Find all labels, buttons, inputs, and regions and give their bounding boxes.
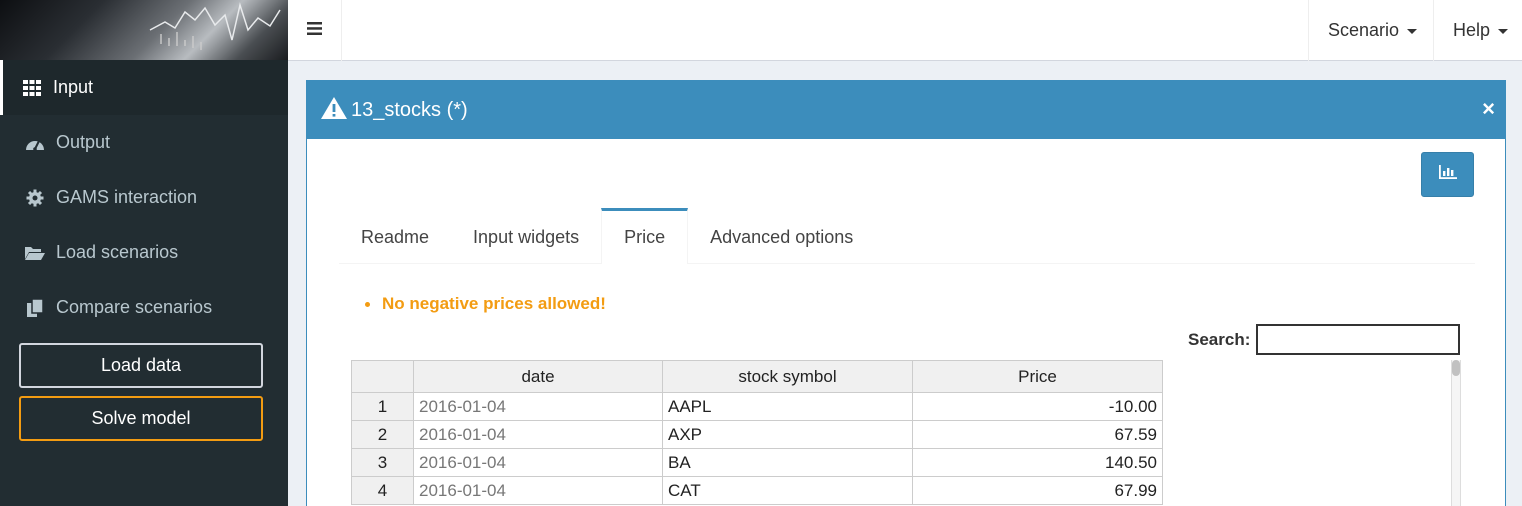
row-index: 2 <box>351 420 414 449</box>
table-row: 4 2016-01-04 CAT 67.99 <box>351 476 1163 505</box>
table-scrollbar[interactable] <box>1451 360 1461 506</box>
scenario-box: 13_stocks (*) × Readme Input widgets Pri… <box>306 80 1506 506</box>
price-cell[interactable]: 67.99 <box>912 476 1163 505</box>
tab-readme[interactable]: Readme <box>339 208 451 264</box>
search-input[interactable] <box>1256 324 1461 355</box>
sidebar-item-input[interactable]: Input <box>0 60 288 115</box>
close-icon[interactable]: × <box>1482 96 1495 122</box>
validation-warning: No negative prices allowed! <box>365 294 606 314</box>
symbol-cell[interactable]: CAT <box>662 476 913 505</box>
help-menu-label: Help <box>1453 20 1491 40</box>
chart-view-button[interactable] <box>1421 152 1474 197</box>
price-table: date stock symbol Price 1 2016-01-04 AAP… <box>351 360 1163 505</box>
hamburger-icon <box>307 21 322 40</box>
box-header: 13_stocks (*) × <box>307 82 1505 139</box>
sidebar-item-label: Compare scenarios <box>56 297 213 317</box>
caret-down-icon <box>1407 29 1418 34</box>
price-cell[interactable]: -10.00 <box>912 392 1163 421</box>
help-menu[interactable]: Help <box>1433 0 1522 61</box>
table-row: 3 2016-01-04 BA 140.50 <box>351 448 1163 477</box>
date-cell[interactable]: 2016-01-04 <box>413 420 663 449</box>
logo-image <box>0 0 288 60</box>
sidebar-item-output[interactable]: Output <box>0 115 288 170</box>
date-cell[interactable]: 2016-01-04 <box>413 448 663 477</box>
sidebar-nav: Input Output GAMS interaction Load scena… <box>0 60 288 335</box>
date-cell[interactable]: 2016-01-04 <box>413 476 663 505</box>
bullet-icon <box>365 301 370 307</box>
folder-open-icon <box>25 243 45 263</box>
index-header <box>351 360 414 393</box>
load-data-button[interactable]: Load data <box>19 343 263 388</box>
sidebar-item-load-scenarios[interactable]: Load scenarios <box>0 225 288 280</box>
search-label: Search: <box>1188 329 1251 349</box>
tab-price[interactable]: Price <box>601 208 689 264</box>
copy-icon <box>25 298 45 318</box>
table-search: Search: <box>1188 324 1461 355</box>
warning-text: No negative prices allowed! <box>382 294 606 313</box>
dashboard-icon <box>25 133 45 153</box>
row-index: 4 <box>351 476 414 505</box>
row-index: 1 <box>351 392 414 421</box>
grid-icon <box>22 78 42 98</box>
date-cell[interactable]: 2016-01-04 <box>413 392 663 421</box>
solve-model-button[interactable]: Solve model <box>19 396 263 441</box>
sidebar-item-label: Input <box>53 77 94 97</box>
price-cell[interactable]: 67.59 <box>912 420 1163 449</box>
sidebar-item-label: Output <box>56 132 111 152</box>
scenario-menu[interactable]: Scenario <box>1308 0 1434 61</box>
top-header: Scenario Help <box>288 0 1522 61</box>
warning-triangle-icon <box>321 97 347 124</box>
tab-advanced-options[interactable]: Advanced options <box>688 208 875 264</box>
tab-bar: Readme Input widgets Price Advanced opti… <box>339 208 1475 264</box>
price-cell[interactable]: 140.50 <box>912 448 1163 477</box>
column-header-stock-symbol[interactable]: stock symbol <box>662 360 913 393</box>
gear-icon <box>25 188 45 208</box>
symbol-cell[interactable]: AXP <box>662 420 913 449</box>
scrollbar-thumb[interactable] <box>1452 360 1460 376</box>
sidebar-item-gams-interaction[interactable]: GAMS interaction <box>0 170 288 225</box>
sidebar-item-label: GAMS interaction <box>56 187 198 207</box>
bar-chart-icon <box>1438 165 1457 184</box>
row-index: 3 <box>351 448 414 477</box>
symbol-cell[interactable]: AAPL <box>662 392 913 421</box>
caret-down-icon <box>1498 29 1509 34</box>
sidebar-item-label: Load scenarios <box>56 242 179 262</box>
tabset: Readme Input widgets Price Advanced opti… <box>339 208 1475 506</box>
column-header-price[interactable]: Price <box>912 360 1163 393</box>
scenario-menu-label: Scenario <box>1328 20 1400 40</box>
box-title: 13_stocks (*) <box>351 99 468 121</box>
sidebar: Input Output GAMS interaction Load scena… <box>0 0 288 506</box>
sidebar-toggle-button[interactable] <box>288 0 342 61</box>
tab-input-widgets[interactable]: Input widgets <box>451 208 601 264</box>
symbol-cell[interactable]: BA <box>662 448 913 477</box>
column-header-date[interactable]: date <box>413 360 663 393</box>
table-row: 1 2016-01-04 AAPL -10.00 <box>351 392 1163 421</box>
sidebar-item-compare-scenarios[interactable]: Compare scenarios <box>0 280 288 335</box>
table-row: 2 2016-01-04 AXP 67.59 <box>351 420 1163 449</box>
table-header-row: date stock symbol Price <box>351 360 1163 393</box>
